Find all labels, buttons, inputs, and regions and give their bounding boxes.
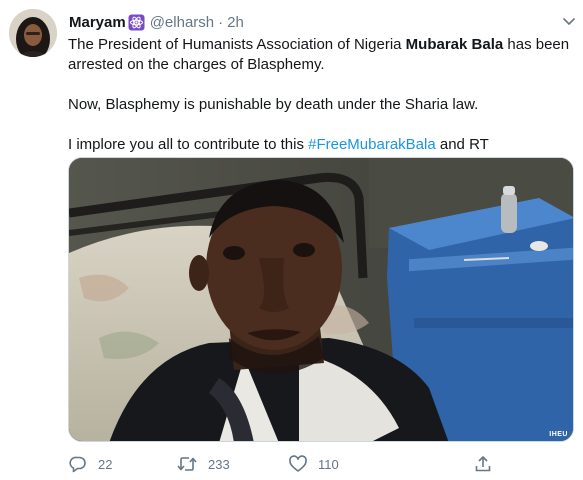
paragraph-1-start: The President of Humanists Association o… — [68, 36, 406, 53]
tweet-paragraph-2: Now, Blasphemy is punishable by death un… — [68, 96, 479, 113]
like-count: 110 — [318, 456, 339, 472]
tweet-text: The President of Humanists Association o… — [68, 35, 573, 155]
retweet-icon — [177, 457, 197, 471]
photo-image — [69, 158, 573, 441]
paragraph-3-start: I implore you all to contribute to this — [68, 136, 309, 153]
retweet-button[interactable]: 233 — [176, 452, 230, 476]
share-icon — [475, 456, 491, 472]
paragraph-3-end: and RT — [435, 136, 489, 153]
avatar-photo — [9, 9, 57, 57]
tweet-media-photo[interactable]: IHEU — [68, 157, 574, 442]
user-handle[interactable]: @elharsh — [150, 14, 214, 31]
display-name[interactable]: Maryam — [69, 14, 126, 31]
reply-button[interactable]: 22 — [68, 452, 112, 476]
photo-watermark: IHEU — [549, 431, 568, 438]
tweet-paragraph-3: I implore you all to contribute to this … — [68, 135, 573, 155]
chevron-down-icon[interactable] — [562, 14, 576, 28]
reply-icon — [69, 456, 86, 473]
like-button[interactable]: 110 — [288, 452, 339, 476]
atom-symbol-icon — [128, 14, 145, 31]
tweet-timestamp[interactable]: 2h — [227, 14, 244, 31]
avatar[interactable] — [9, 9, 57, 57]
like-icon — [289, 455, 307, 472]
retweet-count: 233 — [208, 456, 230, 472]
header-separator: · — [218, 13, 224, 31]
hashtag-link[interactable]: #FreeMubarakBala — [308, 136, 436, 153]
tweet-card[interactable]: Maryam @elharsh · 2h The President of Hu… — [0, 0, 583, 480]
tweet-actions: 22 233 110 — [68, 452, 508, 476]
reply-count: 22 — [98, 456, 113, 472]
tweet-header: Maryam @elharsh · 2h — [69, 12, 244, 32]
bold-name: Mubarak Bala — [405, 36, 504, 53]
share-button[interactable] — [473, 452, 493, 476]
tweet-paragraph-1: The President of Humanists Association o… — [68, 35, 573, 75]
